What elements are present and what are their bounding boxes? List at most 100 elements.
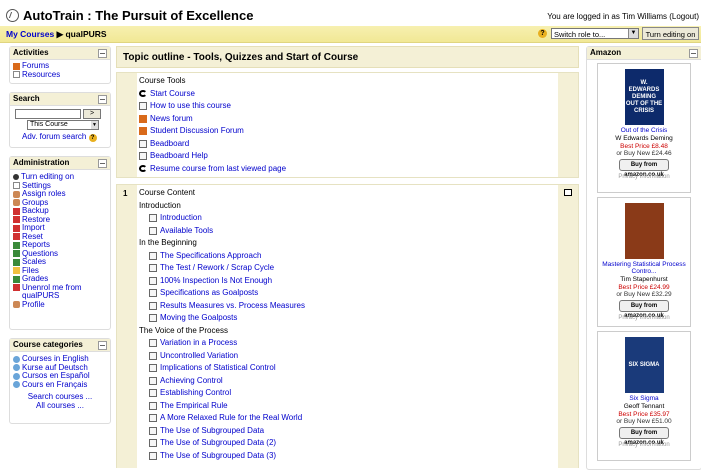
book-cover-image[interactable]: SIX SIGMA [624,337,664,393]
course-tool-item[interactable]: Beadboard Help [139,150,556,163]
course-tool-item[interactable]: Student Discussion Forum [139,125,556,138]
resource-item[interactable]: The Use of Subgrouped Data [139,425,556,438]
resource-icon [149,339,157,348]
resource-item[interactable]: The Specifications Approach [139,250,556,263]
book-best-price[interactable]: Best Price £35.97 [598,411,690,418]
book-title-link[interactable]: Mastering Statistical Process Contro... [598,261,690,275]
course-tool-item[interactable]: Start Course [139,88,556,101]
administration-list: Turn editing on Settings Assign roles Group… [10,170,110,309]
help-icon[interactable]: ? [88,134,97,142]
help-icon[interactable]: ? [538,29,547,38]
forum-icon [139,127,147,136]
course-tool-link: Start Course [150,88,195,98]
buy-from-amazon-button[interactable]: Buy from amazon.co.uk [619,159,669,178]
moodle-logo-icon [6,9,19,22]
category-icon [13,381,20,389]
resource-item[interactable]: The Use of Subgrouped Data (2) [139,437,556,450]
collapse-icon[interactable] [689,49,698,58]
resource-icon [149,401,157,410]
search-courses-link[interactable]: Search courses ... [28,392,92,401]
amazon-block: Amazon W. EDWARDS DEMING OUT OF THE CRIS… [586,46,701,470]
course-tool-item[interactable]: How to use this course [139,100,556,113]
all-courses-link[interactable]: All courses ... [36,401,84,410]
resource-item[interactable]: Introduction [139,212,556,225]
administration-block-header: Administration [10,157,110,170]
amazon-book: SIX SIGMA Six Sigma Geoff Tennant Best Pric… [597,331,691,461]
search-go-button[interactable]: > [83,109,101,119]
book-best-price[interactable]: Best Price £24.99 [598,284,690,291]
course-tool-item[interactable]: Beadboard [139,138,556,151]
resource-item[interactable]: Moving the Goalposts [139,312,556,325]
highlight-section-icon[interactable] [564,189,572,196]
book-new-price[interactable]: or Buy New £51.00 [598,418,690,425]
unenrol-icon [13,284,20,292]
login-info[interactable]: You are logged in as Tim Williams (Logou… [547,12,699,21]
book-cover-image[interactable]: W. EDWARDS DEMING OUT OF THE CRISIS [624,69,664,125]
resource-item[interactable]: Specifications as Goalposts [139,287,556,300]
category-icon [13,372,20,380]
activities-item-resources[interactable]: Resources [10,70,110,80]
course-categories-block: Course categories Courses in English Kur… [9,338,111,424]
resource-item[interactable]: Uncontrolled Variation [139,350,556,363]
resource-link: Achieving Control [160,375,223,385]
book-author: W Edwards Deming [615,135,673,142]
resource-item[interactable]: A More Relaxed Rule for the Real World [139,412,556,425]
category-label: Cours en Français [22,379,88,389]
resource-icon [149,264,157,273]
resource-link: The Use of Subgrouped Data [160,425,265,435]
search-title: Search [13,94,40,103]
course-tool-item[interactable]: News forum [139,113,556,126]
book-author: Tim Stapenhurst [620,276,668,283]
book-new-price[interactable]: or Buy New £32.29 [598,291,690,298]
resource-item[interactable]: The Empirical Rule [139,400,556,413]
book-best-price[interactable]: Best Price £8.48 [598,143,690,150]
resource-item[interactable]: Variation in a Process [139,337,556,350]
course-tool-link: How to use this course [150,101,231,110]
privacy-information-link[interactable]: Privacy Information [598,315,690,321]
course-tools-heading: Course Tools [139,76,186,85]
resource-link: Results Measures vs. Process Measures [160,300,305,310]
book-title-link[interactable]: Six Sigma [598,395,690,402]
book-new-price[interactable]: or Buy New £24.46 [598,150,690,157]
resource-item[interactable]: Achieving Control [139,375,556,388]
resource-item[interactable]: Available Tools [139,225,556,238]
search-input[interactable] [15,109,81,119]
switch-role-select[interactable]: Switch role to... ▼ [551,28,639,39]
resource-item[interactable]: Implications of Statistical Control [139,362,556,375]
resource-icon [149,426,157,435]
search-scope-value: This Course [30,121,68,128]
breadcrumb-home-link[interactable]: My Courses [6,29,54,39]
amazon-book: Mastering Statistical Process Contro... T… [597,197,691,327]
resource-icon [149,289,157,298]
resource-item[interactable]: The Test / Rework / Scrap Cycle [139,262,556,275]
backup-icon [13,207,20,215]
resource-link: Implications of Statistical Control [160,363,276,372]
category-item[interactable]: Cours en Français [10,379,110,390]
search-block-header: Search [10,93,110,106]
resource-item[interactable]: The Use of Subgrouped Data (3) [139,450,556,463]
course-tool-item[interactable]: Resume course from last viewed page [139,163,556,176]
buy-from-amazon-button[interactable]: Buy from amazon.co.uk [619,300,669,319]
collapse-icon[interactable] [98,341,107,350]
book-title-link[interactable]: Out of the Crisis [598,127,690,134]
privacy-information-link[interactable]: Privacy Information [598,174,690,180]
search-scope-select[interactable]: This Course ▼ [27,120,99,130]
admin-item[interactable]: Profile [10,300,110,310]
collapse-icon[interactable] [98,95,107,104]
collapse-icon[interactable] [98,49,107,58]
import-icon [13,224,20,232]
activities-title: Activities [13,48,49,57]
collapse-icon[interactable] [98,159,107,168]
search-block: Search > This Course ▼ Adv. forum search… [9,92,111,148]
resource-item[interactable]: Results Measures vs. Process Measures [139,300,556,313]
turn-editing-on-button[interactable]: Turn editing on [642,27,699,40]
buy-from-amazon-button[interactable]: Buy from amazon.co.uk [619,427,669,446]
adv-forum-search-link[interactable]: Adv. forum search [22,132,86,141]
administration-block: Administration Turn editing on Settings As… [9,156,111,330]
resource-item[interactable]: 100% Inspection Is Not Enough [139,275,556,288]
book-cover-image[interactable] [624,203,664,259]
section-right-gutter [558,73,578,177]
amazon-book: W. EDWARDS DEMING OUT OF THE CRISIS Out o… [597,63,691,193]
resource-item[interactable]: Establishing Control [139,387,556,400]
privacy-information-link[interactable]: Privacy Information [598,442,690,448]
